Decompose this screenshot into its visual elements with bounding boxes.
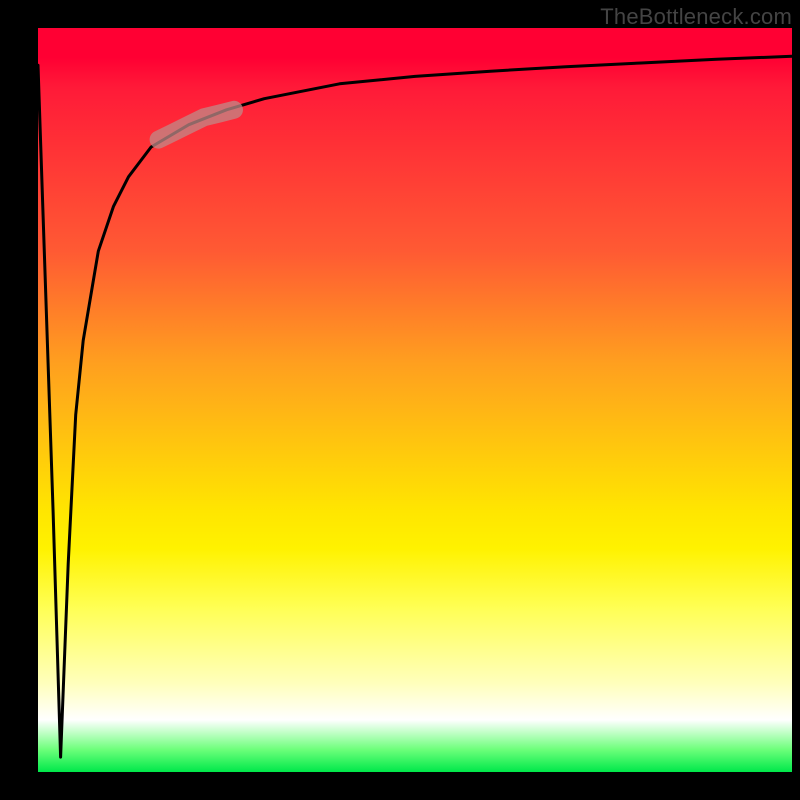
plot-area (38, 28, 792, 772)
watermark-label: TheBottleneck.com (600, 4, 792, 30)
bottleneck-curve-path (38, 56, 792, 757)
bottleneck-curve (38, 56, 792, 757)
curve-layer (38, 28, 792, 772)
highlight-segment-path (159, 110, 234, 140)
chart-root: TheBottleneck.com (0, 0, 800, 800)
highlight-segment (159, 110, 234, 140)
